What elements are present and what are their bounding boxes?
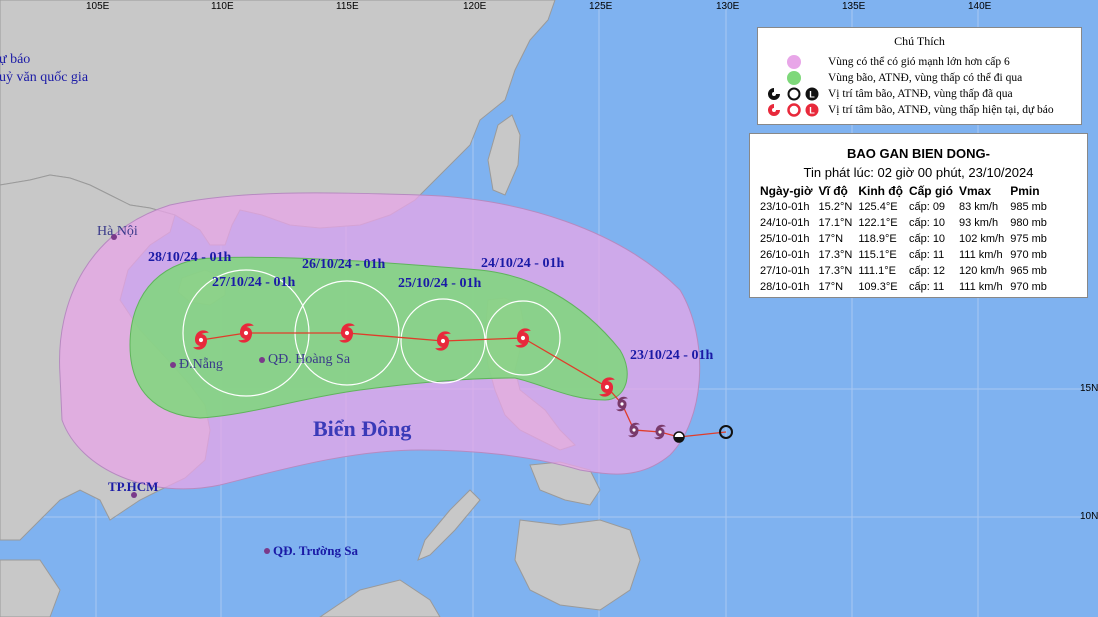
- table-cell: 17.3°N: [818, 265, 853, 277]
- table-row: 24/10-01h 17.1°N 122.1°E cấp: 10 93 km/h 980 …: [760, 215, 1053, 231]
- legend-text: Vị trí tâm bão, ATNĐ, vùng thấp đã qua: [828, 88, 1013, 100]
- table-row: 25/10-01h 17°N 118.9°E cấp: 10 102 km/h 975 m…: [760, 231, 1053, 247]
- table-cell: cấp: 12: [908, 265, 946, 277]
- table-cell: 27/10-01h: [760, 265, 810, 277]
- lon-tick: 130E: [716, 1, 740, 12]
- lon-tick: 135E: [842, 1, 866, 12]
- table-cell: 24/10-01h: [760, 217, 810, 229]
- legend-item: Vùng bão, ATNĐ, vùng thấp có thể đi qua: [766, 70, 1081, 86]
- place-marker: [264, 548, 270, 554]
- lat-tick: 10N: [1080, 511, 1098, 522]
- table-row: 26/10-01h 17.3°N 115.1°E cấp: 11 111 km/h 970…: [760, 247, 1053, 263]
- forecast-label: 26/10/24 - 01h: [302, 257, 386, 272]
- table-cell: 23/10-01h: [760, 201, 810, 213]
- past-storm-icons: L: [766, 87, 822, 101]
- table-cell: 25/10-01h: [760, 233, 810, 245]
- column-header: Vĩ độ: [818, 184, 848, 198]
- table-cell: 965 mb: [1010, 265, 1047, 277]
- legend-item: L Vị trí tâm bão, ATNĐ, vùng thấp đã qua: [766, 86, 1081, 102]
- place-marker: [259, 357, 265, 363]
- forecast-table: Ngày-giờ Vĩ độ Kinh độ Cấp gió Vmax Pmin…: [760, 183, 1053, 295]
- table-cell: 28/10-01h: [760, 281, 810, 293]
- forecast-label: 24/10/24 - 01h: [481, 256, 565, 271]
- svg-text:L: L: [809, 106, 815, 116]
- table-cell: 17°N: [818, 233, 844, 245]
- table-cell: 109.3°E: [858, 281, 898, 293]
- table-header-row: Ngày-giờ Vĩ độ Kinh độ Cấp gió Vmax Pmin: [760, 183, 1053, 199]
- table-cell: 120 km/h: [958, 265, 1005, 277]
- storm-info-panel: BAO GAN BIEN DONG- Tin phát lúc: 02 giờ …: [749, 133, 1088, 298]
- table-cell: 115.1°E: [858, 249, 897, 261]
- table-cell: 17°N: [818, 281, 844, 293]
- place-label-hoang-sa: QĐ. Hoàng Sa: [268, 352, 351, 367]
- table-cell: cấp: 09: [908, 201, 946, 213]
- forecast-label: 23/10/24 - 01h: [630, 348, 714, 363]
- lon-tick: 120E: [463, 1, 487, 12]
- place-label-hanoi: Hà Nội: [97, 224, 138, 239]
- pink-dot-icon: [787, 55, 801, 69]
- table-cell: 83 km/h: [958, 201, 999, 213]
- table-cell: 111.1°E: [858, 265, 896, 277]
- table-cell: cấp: 10: [908, 233, 946, 245]
- column-header: Pmin: [1010, 184, 1040, 198]
- column-header: Vmax: [958, 184, 991, 198]
- table-cell: 111 km/h: [958, 281, 1003, 293]
- lon-tick: 110E: [211, 1, 234, 12]
- table-row: 28/10-01h 17°N 109.3°E cấp: 11 111 km/h 970 m…: [760, 279, 1053, 295]
- table-cell: 93 km/h: [958, 217, 999, 229]
- legend-text: Vị trí tâm bão, ATNĐ, vùng thấp hiện tại…: [828, 104, 1054, 116]
- place-marker: [170, 362, 176, 368]
- agency-text-partial: dự báo: [0, 52, 31, 67]
- green-dot-icon: [787, 71, 801, 85]
- svg-text:L: L: [809, 90, 815, 100]
- issued-time: Tin phát lúc: 02 giờ 00 phút, 23/10/2024: [803, 165, 1034, 180]
- table-cell: 26/10-01h: [760, 249, 810, 261]
- forecast-label: 27/10/24 - 01h: [212, 275, 296, 290]
- current-storm-icons: L: [766, 103, 822, 117]
- sea-label: Biển Đông: [313, 416, 412, 441]
- past-depression-icon: [673, 431, 685, 443]
- table-cell: 980 mb: [1010, 217, 1047, 229]
- table-cell: 17.1°N: [818, 217, 853, 229]
- table-cell: cấp: 11: [908, 249, 945, 261]
- legend-item: L Vị trí tâm bão, ATNĐ, vùng thấp hiện t…: [766, 102, 1081, 118]
- table-cell: 970 mb: [1010, 281, 1047, 293]
- table-cell: 985 mb: [1010, 201, 1047, 213]
- place-label-hcm: TP.HCM: [108, 479, 159, 494]
- lon-tick: 140E: [968, 1, 992, 12]
- column-header: Ngày-giờ: [760, 184, 813, 198]
- lon-tick: 105E: [86, 1, 110, 12]
- lon-tick: 125E: [589, 1, 613, 12]
- forecast-label: 25/10/24 - 01h: [398, 276, 482, 291]
- table-cell: 102 km/h: [958, 233, 1005, 245]
- legend-title: Chú Thích: [894, 34, 945, 48]
- table-cell: cấp: 10: [908, 217, 946, 229]
- table-cell: 970 mb: [1010, 249, 1047, 261]
- legend-item: Vùng có thể có gió mạnh lớn hơn cấp 6: [766, 54, 1081, 70]
- table-cell: 15.2°N: [818, 201, 853, 213]
- table-row: 27/10-01h 17.3°N 111.1°E cấp: 12 120 km/h 965…: [760, 263, 1053, 279]
- table-cell: 975 mb: [1010, 233, 1047, 245]
- table-cell: 111 km/h: [958, 249, 1003, 261]
- table-row: 23/10-01h 15.2°N 125.4°E cấp: 09 83 km/h 985 …: [760, 199, 1053, 215]
- table-cell: 125.4°E: [858, 201, 898, 213]
- forecast-label: 28/10/24 - 01h: [148, 250, 232, 265]
- place-label-danang: Đ.Nẵng: [179, 357, 223, 372]
- legend-panel: Chú Thích Vùng có thể có gió mạnh lớn hơ…: [757, 27, 1082, 125]
- table-cell: 17.3°N: [818, 249, 853, 261]
- lat-tick: 15N: [1080, 383, 1098, 394]
- legend-text: Vùng có thể có gió mạnh lớn hơn cấp 6: [828, 56, 1010, 68]
- agency-text-partial: huỷ văn quốc gia: [0, 70, 89, 85]
- column-header: Kinh độ: [858, 184, 903, 198]
- lon-tick: 115E: [336, 1, 359, 12]
- table-cell: 122.1°E: [858, 217, 898, 229]
- table-cell: 118.9°E: [858, 233, 897, 245]
- storm-title: BAO GAN BIEN DONG-: [847, 146, 990, 161]
- column-header: Cấp gió: [908, 184, 953, 198]
- legend-text: Vùng bão, ATNĐ, vùng thấp có thể đi qua: [828, 72, 1023, 84]
- table-cell: cấp: 11: [908, 281, 945, 293]
- place-label-truong-sa: QĐ. Trường Sa: [273, 543, 358, 558]
